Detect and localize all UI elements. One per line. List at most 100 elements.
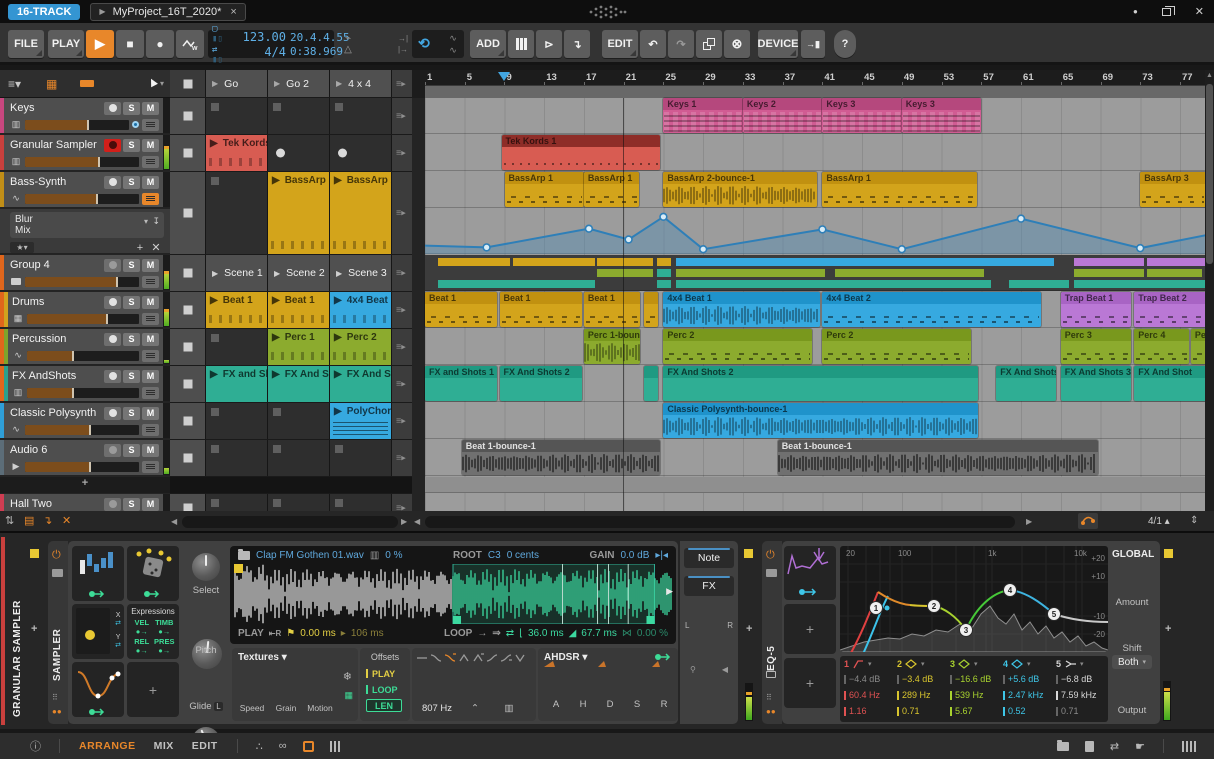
solo-button[interactable]: S bbox=[123, 332, 140, 346]
volume-fader[interactable] bbox=[25, 276, 139, 287]
help-button[interactable]: ? bbox=[834, 30, 856, 58]
arranger-vscrollbar[interactable]: ▲ bbox=[1205, 70, 1214, 511]
device-expand-icon[interactable]: ●● bbox=[52, 707, 62, 716]
device-expand-icon[interactable]: ●● bbox=[766, 707, 776, 716]
clip-slot[interactable] bbox=[268, 440, 329, 476]
arranger-clip[interactable]: Classic Polysynth-bounce-1 bbox=[663, 403, 979, 438]
filter-shape-icons[interactable] bbox=[416, 652, 532, 667]
clip-stop-button[interactable] bbox=[170, 329, 205, 365]
solo-button[interactable]: S bbox=[123, 497, 140, 511]
scene-mini-cell[interactable]: ≡▸ bbox=[392, 403, 412, 439]
device-grid-icon[interactable]: ⠿ bbox=[766, 693, 772, 702]
eq-band-node[interactable]: 3 bbox=[959, 623, 973, 637]
position-display[interactable]: 20.4.4.55 0:38.969 bbox=[290, 30, 350, 58]
add-device-icon[interactable]: + bbox=[746, 623, 752, 635]
solo-button[interactable]: S bbox=[123, 406, 140, 420]
eq-band-column[interactable]: 2 ▾ −3.4 dB 289 Hz 0.71 bbox=[897, 656, 949, 722]
clip-slot[interactable] bbox=[206, 440, 267, 476]
record-arm-button[interactable] bbox=[104, 138, 121, 152]
fx-section-button[interactable]: FX bbox=[684, 576, 734, 596]
scene-mini-column[interactable]: ≡▸ bbox=[392, 70, 412, 97]
clip-slot[interactable] bbox=[206, 172, 267, 254]
flatten-icon[interactable]: ⇅ bbox=[5, 514, 14, 527]
grid-zoom-label[interactable]: 4/1 ▴ bbox=[1148, 516, 1170, 527]
automation-star-button[interactable]: ★▾ bbox=[10, 242, 34, 253]
sample-play-icon[interactable]: ▶ bbox=[666, 586, 673, 597]
automation-node[interactable] bbox=[659, 212, 668, 222]
arranger-clip[interactable]: FX And Shots 3 bbox=[1060, 366, 1132, 401]
record-arm-button[interactable] bbox=[104, 295, 121, 309]
arranger-track-lane[interactable]: Beat 1-bounce-1 Beat 1-bounce-1 bbox=[425, 440, 1205, 476]
play-menu-button[interactable]: PLAY bbox=[48, 30, 84, 58]
file-button[interactable]: FILE bbox=[8, 30, 44, 58]
grid-view-icon[interactable]: ▦ bbox=[46, 77, 57, 91]
add-button[interactable]: ADD bbox=[470, 30, 506, 58]
clip-stop-button[interactable] bbox=[170, 292, 205, 328]
expression-source[interactable]: TIMB ●→ bbox=[154, 618, 176, 636]
tab-edit[interactable]: EDIT bbox=[192, 740, 218, 752]
record-arm-button[interactable] bbox=[104, 406, 121, 420]
velocity-amount[interactable]: 0 % bbox=[385, 550, 402, 561]
list-icon[interactable]: ▤ bbox=[24, 514, 34, 527]
automation-write-button[interactable]: w bbox=[176, 30, 204, 58]
mute-button[interactable]: M bbox=[142, 138, 159, 152]
arranger-track-lane[interactable]: BassArp 1 BassArp 1 BassArp 2-bounce-1 Bass… bbox=[425, 172, 1205, 208]
edit-button[interactable]: EDIT bbox=[602, 30, 638, 58]
follow-icon[interactable]: ↴ bbox=[43, 514, 52, 527]
clip-stop-button[interactable] bbox=[170, 494, 205, 511]
arranger-clip[interactable]: Trap Beat 1 bbox=[1060, 292, 1132, 327]
launcher-clip[interactable]: ▶ FX And Sho bbox=[330, 366, 391, 402]
offset-item-loop[interactable]: LOOP bbox=[366, 683, 398, 696]
arranger-track-lane[interactable]: Perc 1-boun Perc 2 Perc 2 Perc 3Perc 4Perc … bbox=[425, 329, 1205, 365]
device-track-active-square[interactable] bbox=[30, 549, 39, 558]
record-arm-button[interactable] bbox=[104, 369, 121, 383]
track-row[interactable]: Group 4 SM bbox=[0, 255, 170, 291]
eq-band-freq[interactable]: 539 Hz bbox=[950, 687, 1002, 703]
undo-icon[interactable]: ↶ bbox=[640, 30, 666, 58]
volume-fader[interactable] bbox=[25, 461, 139, 472]
snap-icon[interactable]: ∴ bbox=[256, 740, 263, 753]
eq-band-column[interactable]: 1 ▾ −4.4 dB 60.4 Hz 1.16 bbox=[844, 656, 896, 722]
mute-button[interactable]: M bbox=[142, 497, 159, 511]
automation-node[interactable] bbox=[699, 244, 708, 254]
record-arm-button[interactable] bbox=[104, 175, 121, 189]
arranger-track-lane[interactable] bbox=[425, 477, 1205, 493]
expression-source[interactable]: PRES ●→ bbox=[154, 637, 176, 655]
loop-start-value[interactable]: 36.0 ms bbox=[528, 628, 564, 639]
note-section-button[interactable]: Note bbox=[684, 548, 734, 568]
redo-icon[interactable]: ↷ bbox=[668, 30, 694, 58]
automation-param-select[interactable]: Blur Mix ▾ ↧ bbox=[10, 212, 164, 238]
track-menu-button[interactable] bbox=[142, 386, 159, 399]
volume-fader[interactable] bbox=[25, 193, 139, 204]
clip-slot[interactable] bbox=[268, 98, 329, 134]
eq-band-q[interactable]: 0.71 bbox=[1056, 703, 1108, 719]
sample-waveform[interactable] bbox=[234, 563, 672, 625]
arranger-clip[interactable]: Perc 5 bbox=[1190, 329, 1205, 364]
add-lane-icon[interactable]: + bbox=[132, 242, 148, 254]
clip-view-icon[interactable] bbox=[302, 740, 314, 752]
info-icon[interactable]: ⓘ bbox=[30, 738, 41, 754]
arranger-clip[interactable]: FX And Shots 2 bbox=[996, 366, 1056, 401]
automation-node[interactable] bbox=[624, 235, 633, 244]
scene-launch-button[interactable]: ▶ Go 2 bbox=[268, 70, 329, 97]
clip-slot[interactable] bbox=[206, 403, 267, 439]
arranger-clip[interactable]: Keys 2 bbox=[742, 98, 823, 133]
eq-band-q[interactable]: 5.67 bbox=[950, 703, 1002, 719]
automation-node[interactable] bbox=[897, 244, 906, 254]
tab-mix[interactable]: MIX bbox=[154, 740, 174, 752]
timesig-value[interactable]: 4/4 bbox=[234, 45, 286, 59]
clip-slot[interactable] bbox=[206, 98, 267, 134]
record-arm-button[interactable] bbox=[104, 332, 121, 346]
tempo-value[interactable]: 123.00 bbox=[234, 30, 286, 44]
launcher-hscrollbar[interactable] bbox=[182, 516, 398, 528]
arranger-clip[interactable]: Beat 1-bounce-1 bbox=[461, 440, 661, 475]
eq-band-freq[interactable]: 2.47 kHz bbox=[1003, 687, 1055, 703]
track-row[interactable]: Hall TwoSM▥ bbox=[0, 494, 170, 511]
position-time[interactable]: 0:38.969 bbox=[290, 45, 343, 58]
track-name[interactable]: Percussion bbox=[12, 333, 102, 345]
track-row[interactable]: Percussion S M ∿ bbox=[0, 329, 170, 365]
track-list-menu-icon[interactable]: ≡▾ bbox=[8, 77, 21, 91]
arranger-clip[interactable]: FX and Shots 1 bbox=[425, 366, 497, 401]
minimize-icon[interactable]: ● bbox=[1133, 7, 1138, 16]
group-summary-lane[interactable] bbox=[425, 255, 1205, 291]
